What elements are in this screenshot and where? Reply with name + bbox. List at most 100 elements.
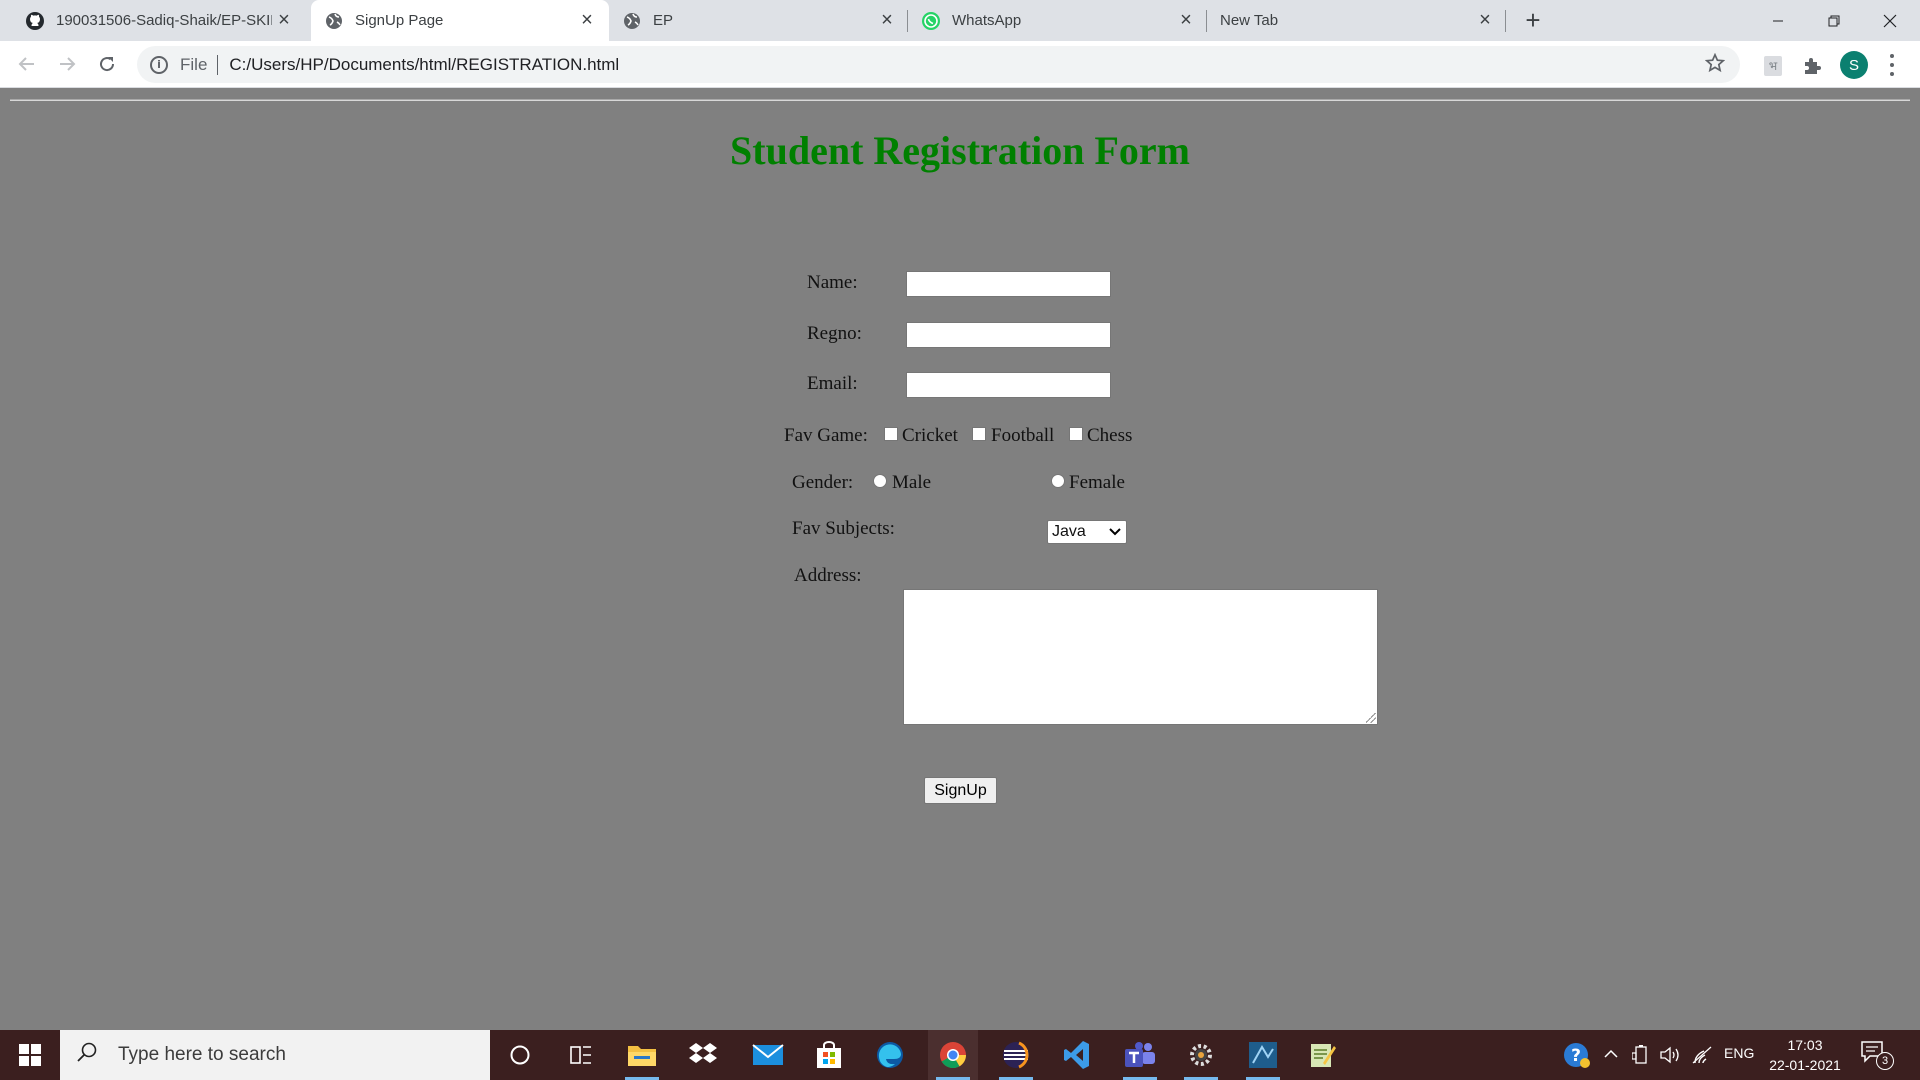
male-label: Male xyxy=(892,472,932,493)
settings-gear-icon[interactable] xyxy=(1176,1030,1226,1080)
edge-icon[interactable] xyxy=(865,1030,915,1080)
close-tab-icon[interactable]: × xyxy=(875,9,899,33)
reload-button[interactable] xyxy=(92,49,122,79)
address-textarea[interactable] xyxy=(903,589,1378,725)
female-label: Female xyxy=(1069,472,1125,493)
show-hidden-icons-chevron-icon[interactable] xyxy=(1603,1046,1619,1062)
mail-icon[interactable] xyxy=(743,1030,793,1080)
visual-studio-icon[interactable] xyxy=(1052,1030,1102,1080)
close-tab-icon[interactable]: × xyxy=(272,9,296,33)
clock[interactable]: 17:03 22-01-2021 xyxy=(1768,1035,1842,1075)
new-tab-button[interactable]: + xyxy=(1519,5,1547,35)
tab-title: New Tab xyxy=(1220,12,1279,29)
select-value: Java xyxy=(1052,523,1086,540)
close-window-button[interactable] xyxy=(1862,0,1918,41)
minimize-button[interactable] xyxy=(1750,0,1806,41)
address-bar[interactable]: i File C:/Users/HP/Documents/html/REGIST… xyxy=(137,46,1740,83)
battery-icon[interactable] xyxy=(1631,1045,1650,1065)
store-icon[interactable] xyxy=(804,1030,854,1080)
name-label: Name: xyxy=(807,272,858,293)
forward-button[interactable] xyxy=(52,49,82,79)
extensions-puzzle-icon[interactable] xyxy=(1800,54,1824,78)
url-text[interactable]: C:/Users/HP/Documents/html/REGISTRATION.… xyxy=(229,55,619,75)
sql-developer-icon[interactable] xyxy=(1238,1030,1288,1080)
tab-separator xyxy=(1505,10,1506,32)
forward-arrow-icon xyxy=(60,57,76,71)
tab-github[interactable]: 190031506-Sadiq-Shaik/EP-SKILL × xyxy=(0,0,306,41)
globe-icon xyxy=(324,11,344,31)
address-label: Address: xyxy=(794,565,862,586)
email-label: Email: xyxy=(807,373,858,394)
email-input[interactable] xyxy=(906,372,1111,398)
menu-kebab-icon[interactable] xyxy=(1886,52,1898,78)
bookmark-star-icon[interactable] xyxy=(1704,52,1726,79)
page-title: Student Registration Form xyxy=(730,128,1190,173)
notification-count-badge: 3 xyxy=(1876,1052,1894,1070)
reload-icon xyxy=(100,57,115,72)
chess-checkbox[interactable] xyxy=(1069,427,1083,441)
back-button[interactable] xyxy=(12,49,42,79)
scheme-label: File xyxy=(180,54,208,74)
globe-icon xyxy=(622,11,642,31)
fav-subjects-label: Fav Subjects: xyxy=(792,518,895,539)
minimize-icon xyxy=(1773,20,1783,21)
signup-button[interactable]: SignUp xyxy=(924,777,997,804)
cortana-icon[interactable] xyxy=(495,1030,545,1080)
eclipse-icon[interactable] xyxy=(991,1030,1041,1080)
github-icon xyxy=(25,11,45,31)
svg-text:?: ? xyxy=(1571,1046,1581,1066)
football-label: Football xyxy=(991,425,1055,446)
football-checkbox[interactable] xyxy=(972,427,986,441)
name-input[interactable] xyxy=(906,271,1111,297)
tab-new-tab[interactable]: New Tab × xyxy=(1207,0,1507,41)
cricket-checkbox[interactable] xyxy=(884,427,898,441)
female-radio[interactable] xyxy=(1051,474,1065,488)
restore-button[interactable] xyxy=(1806,0,1862,41)
resize-grip-icon[interactable] xyxy=(1366,713,1376,723)
dropbox-icon[interactable] xyxy=(678,1030,728,1080)
chevron-down-icon xyxy=(1109,522,1121,545)
clock-time: 17:03 xyxy=(1787,1037,1823,1053)
subjects-select[interactable]: Java xyxy=(1047,520,1127,544)
tab-whatsapp[interactable]: WhatsApp × xyxy=(908,0,1208,41)
fav-game-label: Fav Game: xyxy=(784,425,868,446)
taskbar-search-box[interactable]: Type here to search xyxy=(60,1030,490,1080)
browser-toolbar: i File C:/Users/HP/Documents/html/REGIST… xyxy=(0,41,1920,88)
profile-avatar[interactable]: S xyxy=(1840,51,1868,79)
task-view-icon[interactable] xyxy=(556,1030,606,1080)
info-icon[interactable]: i xyxy=(150,55,168,74)
close-icon xyxy=(1883,14,1897,27)
tab-title: EP xyxy=(653,12,674,29)
language-indicator[interactable]: ENG xyxy=(1724,1045,1754,1061)
chrome-icon[interactable] xyxy=(928,1030,978,1080)
male-radio[interactable] xyxy=(873,474,887,488)
volume-icon[interactable] xyxy=(1659,1045,1681,1065)
omnibox-divider xyxy=(217,54,219,75)
tab-title: 190031506-Sadiq-Shaik/EP-SKILL xyxy=(56,12,272,29)
start-button[interactable] xyxy=(0,1030,60,1080)
wifi-icon[interactable] xyxy=(1691,1045,1713,1065)
tab-ep[interactable]: EP × xyxy=(609,0,909,41)
file-explorer-icon[interactable] xyxy=(617,1030,667,1080)
help-icon[interactable]: ? xyxy=(1563,1042,1591,1070)
restore-icon xyxy=(1828,15,1840,26)
notepad-icon[interactable] xyxy=(1298,1030,1348,1080)
regno-label: Regno: xyxy=(807,323,862,344)
tab-signup-page[interactable]: SignUp Page × xyxy=(311,0,609,41)
tab-strip: 190031506-Sadiq-Shaik/EP-SKILL × SignUp … xyxy=(0,0,1920,41)
gender-label: Gender: xyxy=(792,472,854,493)
extension-translate-icon[interactable]: भ xyxy=(1761,54,1785,78)
page-content: Student Registration Form Name: Regno: E… xyxy=(0,89,1920,1030)
clock-date: 22-01-2021 xyxy=(1769,1057,1841,1073)
close-tab-icon[interactable]: × xyxy=(575,9,599,33)
teams-icon[interactable] xyxy=(1115,1030,1165,1080)
search-icon xyxy=(76,1041,106,1069)
back-arrow-icon xyxy=(18,57,34,71)
svg-text:भ: भ xyxy=(1769,59,1778,73)
notification-center-icon[interactable]: 3 xyxy=(1860,1040,1900,1070)
close-tab-icon[interactable]: × xyxy=(1174,9,1198,33)
close-tab-icon[interactable]: × xyxy=(1473,9,1497,33)
windows-logo-icon xyxy=(19,1044,41,1066)
tab-title: WhatsApp xyxy=(952,12,1022,29)
regno-input[interactable] xyxy=(906,322,1111,348)
